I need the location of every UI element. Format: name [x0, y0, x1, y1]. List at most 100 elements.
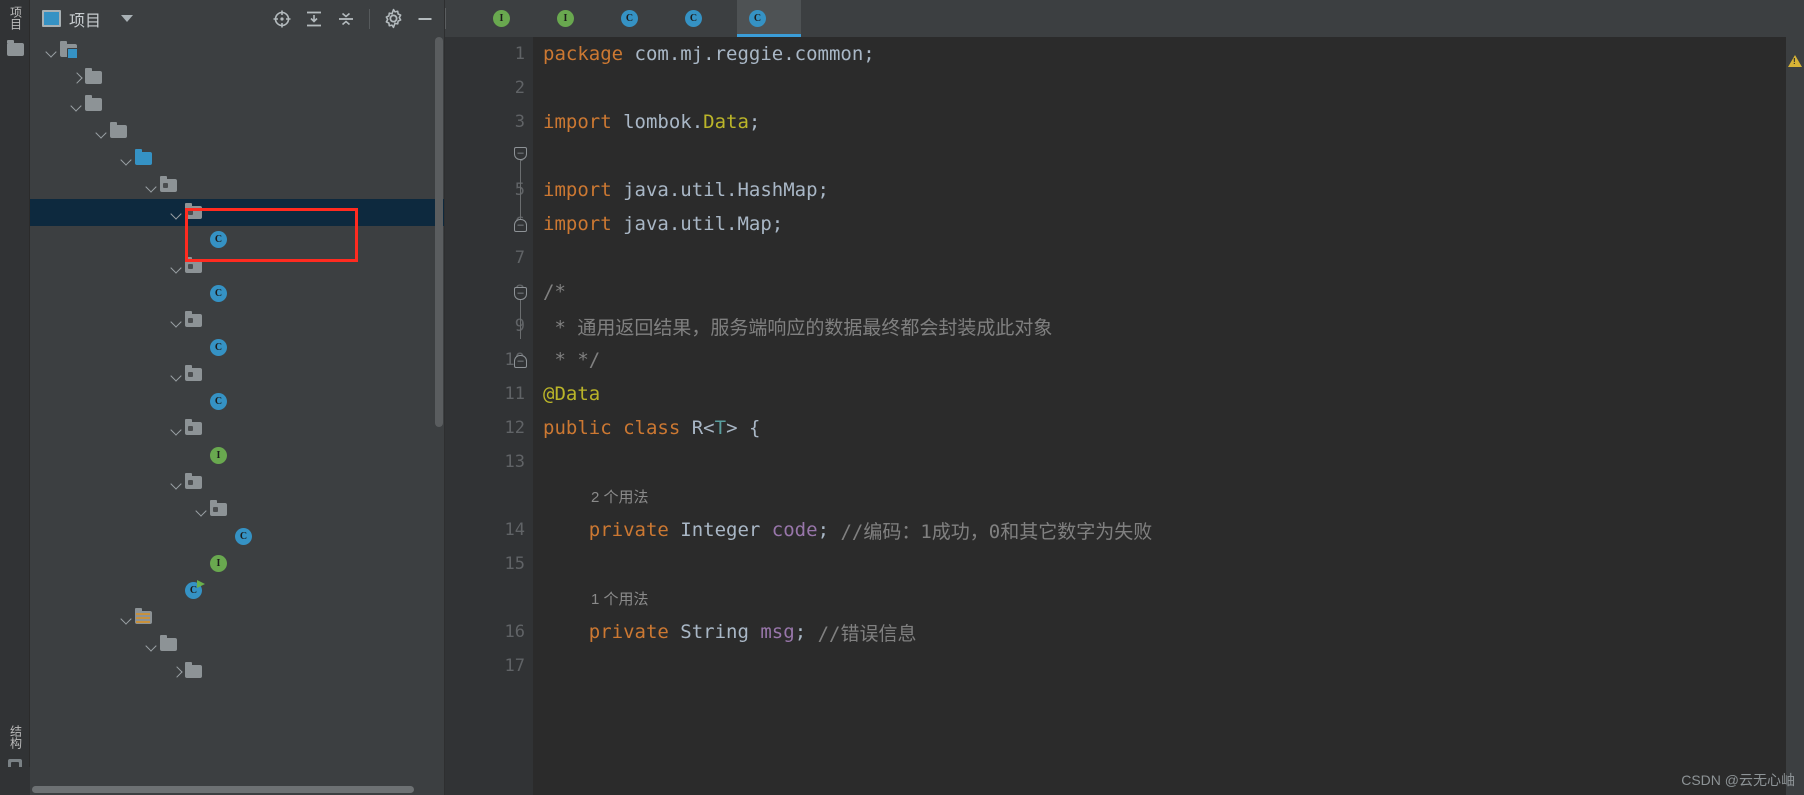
code-line[interactable]: import java.util.HashMap; [543, 173, 1804, 207]
editor-tab-employeecontroller-java[interactable]: C [673, 0, 737, 37]
tree-node-common[interactable] [30, 199, 444, 226]
tree-node-service[interactable] [30, 469, 444, 496]
tree-node-employee[interactable]: C [30, 388, 444, 415]
tree-node-config[interactable] [30, 253, 444, 280]
package-icon [185, 419, 202, 435]
tree-node-src[interactable] [30, 91, 444, 118]
code-token: //编码：1成功，0和其它数字为失败 [829, 520, 1153, 543]
tree-node--idea[interactable] [30, 64, 444, 91]
tree-expand-arrow[interactable] [169, 259, 185, 275]
code-folding-column[interactable]: – – – – [511, 37, 533, 795]
code-line[interactable]: package com.mj.reggie.common; [543, 37, 1804, 71]
tree-expand-arrow[interactable] [44, 43, 60, 59]
tree-expand-arrow[interactable] [169, 205, 185, 221]
class-icon: C [210, 393, 227, 410]
code-line[interactable]: * */ [543, 343, 1804, 377]
spring-boot-class-icon: C [185, 580, 205, 599]
tree-expand-arrow [194, 556, 210, 572]
code-content[interactable]: package com.mj.reggie.common; import lomb… [533, 37, 1804, 795]
fold-toggle-imports[interactable]: – [514, 147, 527, 160]
editor-tab-employeeservice-java[interactable]: I [545, 0, 609, 37]
tree-node-resources[interactable] [30, 604, 444, 631]
tree-node-main[interactable] [30, 118, 444, 145]
tree-expand-arrow[interactable] [119, 610, 135, 626]
hide-panel-button[interactable] [412, 6, 438, 32]
code-line[interactable]: import lombok. Data; [543, 105, 1804, 139]
tree-vertical-scrollbar[interactable] [435, 37, 443, 427]
code-editor[interactable]: 1234567891011121314151617 – – – – packag… [445, 37, 1804, 795]
editor-tab--java[interactable] [446, 0, 481, 37]
package-icon [185, 203, 202, 219]
code-line[interactable]: private Integer code; //编码：1成功，0和其它数字为失败 [543, 513, 1804, 547]
code-line[interactable]: @Data [543, 377, 1804, 411]
code-token: private [588, 519, 669, 541]
tree-node-employeemapper[interactable]: I [30, 442, 444, 469]
warning-marker-icon[interactable] [1788, 55, 1802, 67]
tree-node-reggie-take-out[interactable] [30, 37, 444, 64]
tree-expand-arrow [194, 394, 210, 410]
tree-node-webmvcconfig[interactable]: C [30, 280, 444, 307]
tree-node-employeeserviceimpl[interactable]: C [30, 523, 444, 550]
tree-expand-arrow[interactable] [169, 664, 185, 680]
code-line[interactable] [543, 71, 1804, 105]
code-line[interactable]: public class R< T > { [543, 411, 1804, 445]
expand-all-button[interactable] [301, 6, 327, 32]
tree-expand-arrow[interactable] [169, 367, 185, 383]
usage-hint[interactable]: 1 个用法 [543, 581, 1804, 615]
bottom-left-strip [0, 767, 30, 795]
editor-tab-r-java[interactable]: C [737, 0, 801, 37]
code-token: @Data [543, 383, 601, 405]
editor-marker-bar[interactable] [1786, 37, 1804, 795]
tree-expand-arrow[interactable] [94, 124, 110, 140]
tool-window-project[interactable]: 项目 [0, 4, 30, 56]
tree-node-backend[interactable] [30, 631, 444, 658]
class-icon: C [685, 10, 702, 27]
code-line[interactable] [543, 649, 1804, 683]
tree-node-api[interactable] [30, 658, 444, 685]
tree-expand-arrow[interactable] [144, 637, 160, 653]
tree-expand-arrow[interactable] [169, 475, 185, 491]
tree-node-reggieapplication[interactable]: C [30, 577, 444, 604]
tree-expand-arrow[interactable] [169, 313, 185, 329]
tree-expand-arrow[interactable] [69, 97, 85, 113]
collapse-all-button[interactable] [333, 6, 359, 32]
package-icon [185, 257, 202, 273]
tree-node-com-mj-reggie[interactable] [30, 172, 444, 199]
editor-tab-employeeserviceimpl-java[interactable]: C [609, 0, 673, 37]
tree-node-employeeservice[interactable]: I [30, 550, 444, 577]
package-icon [185, 473, 202, 489]
code-line[interactable] [543, 445, 1804, 479]
usage-hint[interactable]: 2 个用法 [543, 479, 1804, 513]
settings-button[interactable] [380, 6, 406, 32]
code-line[interactable]: import java.util.Map; [543, 207, 1804, 241]
fold-toggle-comment[interactable]: – [514, 287, 527, 300]
code-token: import [543, 213, 612, 235]
tree-node-entity[interactable] [30, 361, 444, 388]
tree-node-mapper[interactable] [30, 415, 444, 442]
project-tree[interactable]: CCCCICIC [30, 37, 444, 795]
tree-node-employeecontroller[interactable]: C [30, 334, 444, 361]
tree-node-java[interactable] [30, 145, 444, 172]
tree-horizontal-scrollbar[interactable] [32, 786, 414, 793]
tree-expand-arrow[interactable] [69, 70, 85, 86]
code-line[interactable]: * 通用返回结果，服务端响应的数据最终都会封装成此对象 [543, 309, 1804, 343]
tree-node-impl[interactable] [30, 496, 444, 523]
code-line[interactable] [543, 241, 1804, 275]
fold-end-comment[interactable]: – [514, 355, 527, 368]
editor-tab-employeemapper-java[interactable]: I [481, 0, 545, 37]
tool-window-structure[interactable]: 结构 [0, 723, 30, 773]
code-line[interactable] [543, 139, 1804, 173]
select-opened-file-button[interactable] [269, 6, 295, 32]
chevron-down-icon[interactable] [121, 15, 134, 22]
fold-end-imports[interactable]: – [514, 219, 527, 232]
code-line[interactable]: private String msg; //错误信息 [543, 615, 1804, 649]
tree-expand-arrow[interactable] [119, 151, 135, 167]
tree-node-controller[interactable] [30, 307, 444, 334]
tree-expand-arrow[interactable] [144, 178, 160, 194]
code-line[interactable] [543, 547, 1804, 581]
tree-expand-arrow[interactable] [194, 502, 210, 518]
tree-expand-arrow[interactable] [169, 421, 185, 437]
code-line[interactable]: /* [543, 275, 1804, 309]
tree-node-r[interactable]: C [30, 226, 444, 253]
editor-tab-bar[interactable]: IICCC [445, 0, 1804, 37]
